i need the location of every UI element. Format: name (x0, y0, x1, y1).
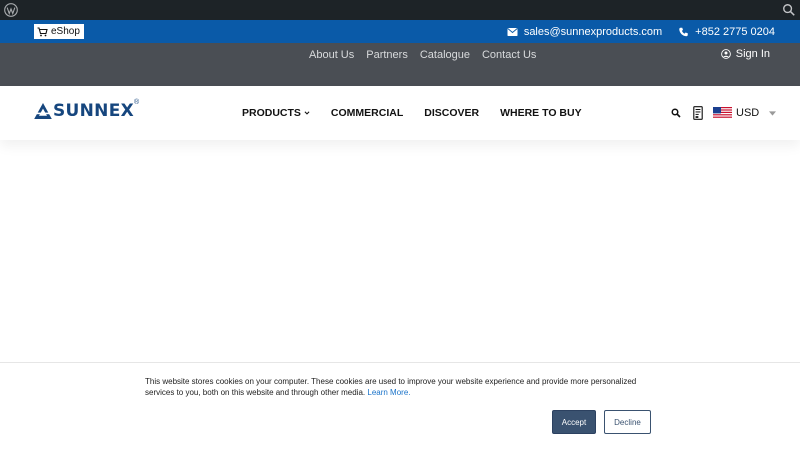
secondary-nav: About Us Partners Catalogue Contact Us S… (0, 43, 800, 86)
currency-selector[interactable]: USD (713, 107, 777, 119)
decline-button[interactable]: Decline (604, 410, 651, 434)
admin-bar (0, 0, 800, 20)
wordpress-icon[interactable] (4, 3, 18, 17)
chevron-down-icon (304, 111, 310, 115)
phone-link[interactable]: +852 2775 0204 (678, 26, 775, 38)
accept-button[interactable]: Accept (552, 410, 596, 434)
main-nav: PRODUCTS COMMERCIAL DISCOVER WHERE TO BU… (242, 107, 603, 119)
logo-registered-mark: ® (134, 99, 140, 106)
catalogue-icon[interactable] (693, 106, 703, 120)
nav-discover-label: DISCOVER (424, 107, 480, 119)
contact-info: sales@sunnexproducts.com +852 2775 0204 (507, 20, 775, 43)
logo-text: SUNNEX (53, 101, 135, 121)
nav-commercial[interactable]: COMMERCIAL (331, 107, 403, 119)
currency-label: USD (736, 107, 760, 119)
eshop-button[interactable]: eShop (34, 24, 84, 39)
cookie-message: This website stores cookies on your comp… (145, 376, 665, 398)
subnav-contact-us[interactable]: Contact Us (476, 48, 542, 62)
nav-where-to-buy-label: WHERE TO BUY (500, 107, 582, 119)
email-link[interactable]: sales@sunnexproducts.com (507, 26, 662, 38)
user-circle-icon (720, 49, 731, 59)
contact-bar: eShop sales@sunnexproducts.com +852 2775… (0, 20, 800, 43)
subnav-catalogue[interactable]: Catalogue (414, 48, 476, 62)
sign-in-label: Sign In (735, 48, 770, 60)
phone-icon (679, 27, 688, 36)
envelope-icon (507, 27, 518, 36)
main-header: SUNNEX ® PRODUCTS COMMERCIAL DISCOVER WH… (0, 86, 800, 140)
search-icon[interactable] (671, 108, 681, 118)
cart-icon (37, 26, 48, 36)
subnav-partners[interactable]: Partners (360, 48, 414, 62)
caret-down-icon (769, 110, 777, 116)
nav-discover[interactable]: DISCOVER (424, 107, 479, 119)
cookie-banner: This website stores cookies on your comp… (0, 362, 800, 450)
nav-products-label: PRODUCTS (242, 107, 301, 119)
sunnex-logo[interactable]: SUNNEX ® (34, 99, 139, 121)
nav-products[interactable]: PRODUCTS (242, 107, 310, 119)
subnav-about-us[interactable]: About Us (303, 48, 360, 62)
secondary-nav-links: About Us Partners Catalogue Contact Us (303, 48, 542, 62)
nav-commercial-label: COMMERCIAL (330, 107, 404, 119)
us-flag-icon (713, 107, 732, 119)
eshop-label: eShop (51, 26, 80, 37)
admin-search-icon[interactable] (782, 3, 796, 17)
learn-more-link[interactable]: Learn More. (367, 388, 410, 397)
phone-text: +852 2775 0204 (695, 25, 775, 38)
header-tools: USD (671, 106, 777, 120)
email-text: sales@sunnexproducts.com (523, 25, 663, 38)
sign-in-button[interactable]: Sign In (720, 48, 770, 60)
logo-mark-icon (34, 103, 52, 119)
nav-where-to-buy[interactable]: WHERE TO BUY (500, 107, 581, 119)
